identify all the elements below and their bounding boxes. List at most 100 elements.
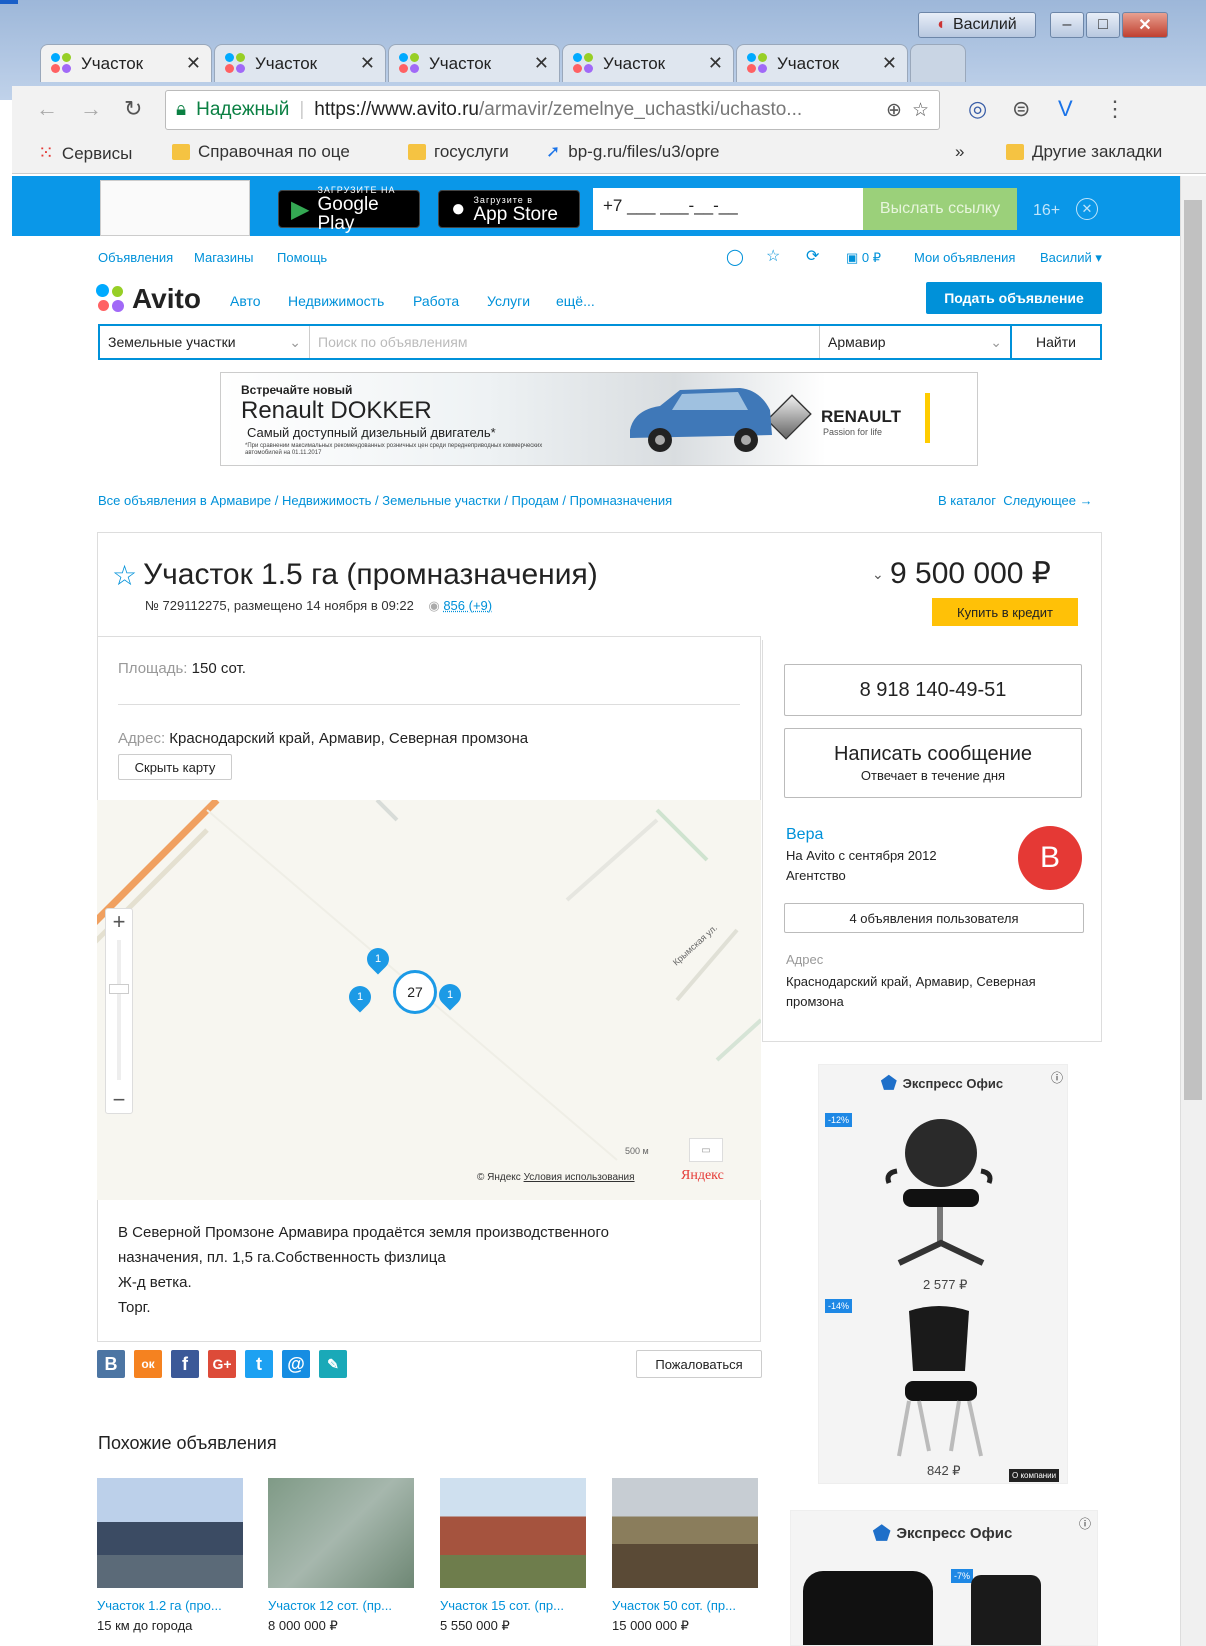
- tab-close-icon[interactable]: ✕: [708, 53, 723, 74]
- write-message-button[interactable]: Написать сообщение Отвечает в течение дн…: [784, 728, 1082, 798]
- bookmark-services[interactable]: ⁙ Сервисы: [38, 142, 132, 165]
- profile-button[interactable]: ◐ Василий: [918, 12, 1036, 38]
- about-company-badge[interactable]: О компании: [1009, 1469, 1060, 1482]
- back-icon[interactable]: ←: [36, 96, 58, 122]
- cat-more[interactable]: ещё...: [556, 293, 595, 309]
- menu-icon[interactable]: ⋮: [1104, 96, 1126, 122]
- avito-logo[interactable]: Avito: [96, 283, 201, 315]
- yandex-logo[interactable]: Яндекс: [681, 1168, 724, 1184]
- nav-shops[interactable]: Магазины: [194, 250, 254, 265]
- nav-ads[interactable]: Объявления: [98, 250, 173, 265]
- map-pin-icon[interactable]: 1: [344, 981, 376, 1013]
- favorites-icon[interactable]: ☆: [766, 246, 780, 266]
- forward-icon[interactable]: →: [80, 96, 102, 122]
- tab-1[interactable]: Участок ✕: [40, 44, 212, 82]
- similar-ad-title[interactable]: Участок 1.2 га (про...: [97, 1598, 247, 1613]
- tab-close-icon[interactable]: ✕: [186, 53, 201, 74]
- map-pin-icon[interactable]: 1: [362, 943, 394, 975]
- hide-map-button[interactable]: Скрыть карту: [118, 754, 232, 780]
- info-icon[interactable]: ⓘ: [1051, 1069, 1063, 1086]
- share-twitter-icon[interactable]: t: [245, 1350, 273, 1378]
- saved-searches-icon[interactable]: ⟳: [806, 246, 819, 266]
- nav-user[interactable]: Василий ▾: [1040, 250, 1102, 266]
- cat-work[interactable]: Работа: [413, 293, 459, 309]
- zoom-in-button[interactable]: +: [105, 908, 133, 936]
- cat-realty[interactable]: Недвижимость: [288, 293, 384, 309]
- user-ads-button[interactable]: 4 объявления пользователя: [784, 903, 1084, 933]
- post-ad-button[interactable]: Подать объявление: [926, 282, 1102, 314]
- nav-help[interactable]: Помощь: [277, 250, 327, 265]
- similar-ad-title[interactable]: Участок 12 сот. (пр...: [268, 1598, 418, 1613]
- breadcrumb[interactable]: Все объявления в Армавире / Недвижимость…: [98, 493, 672, 508]
- extension-2-icon[interactable]: ⊜: [1012, 96, 1030, 122]
- bookmarks-more[interactable]: »: [955, 142, 964, 162]
- favorite-star-icon[interactable]: ☆: [112, 559, 137, 592]
- similar-ad-image[interactable]: [97, 1478, 243, 1588]
- side-ad-2[interactable]: ⬟ Экспресс Офис ⓘ -7%: [790, 1510, 1098, 1646]
- map-cluster[interactable]: 27: [393, 970, 437, 1014]
- close-window-button[interactable]: ✕: [1122, 12, 1168, 38]
- google-play-button[interactable]: ▶ ЗАГРУЗИТЕ НА Google Play: [278, 185, 420, 233]
- complain-button[interactable]: Пожаловаться: [636, 1350, 762, 1378]
- tab-close-icon[interactable]: ✕: [534, 53, 549, 74]
- seller-name[interactable]: Вера: [786, 826, 823, 844]
- cat-services[interactable]: Услуги: [487, 293, 530, 309]
- messages-icon[interactable]: ◯: [726, 247, 744, 267]
- similar-ad-image[interactable]: [268, 1478, 414, 1588]
- similar-ad-title[interactable]: Участок 50 сот. (пр...: [612, 1598, 762, 1613]
- currency-chevron-icon[interactable]: ⌄: [872, 566, 884, 583]
- search-button[interactable]: Найти: [1012, 326, 1100, 358]
- zoom-icon[interactable]: ⊕: [886, 99, 902, 122]
- catalog-link[interactable]: В каталог: [938, 493, 996, 508]
- extension-1-icon[interactable]: ◎: [968, 96, 987, 122]
- renault-ad-banner[interactable]: Встречайте новый Renault DOKKER Самый до…: [220, 372, 978, 466]
- tab-3[interactable]: Участок ✕: [388, 44, 560, 82]
- extension-3-icon[interactable]: V: [1058, 96, 1073, 122]
- bookmark-3[interactable]: ➚ bp-g.ru/files/u3/opre: [546, 142, 719, 162]
- share-vk-icon[interactable]: В: [97, 1350, 125, 1378]
- new-tab-button[interactable]: [910, 44, 966, 82]
- bookmark-2[interactable]: госуслуги: [408, 142, 509, 162]
- similar-ad-image[interactable]: [440, 1478, 586, 1588]
- tab-4[interactable]: Участок ✕: [562, 44, 734, 82]
- cat-auto[interactable]: Авто: [230, 293, 261, 309]
- bookmark-other[interactable]: Другие закладки: [1006, 142, 1162, 162]
- similar-ad-title[interactable]: Участок 15 сот. (пр...: [440, 1598, 590, 1613]
- maximize-button[interactable]: □: [1086, 12, 1120, 38]
- tab-2[interactable]: Участок ✕: [214, 44, 386, 82]
- tab-close-icon[interactable]: ✕: [360, 53, 375, 74]
- tab-5[interactable]: Участок ✕: [736, 44, 908, 82]
- ruler-icon[interactable]: ▭: [689, 1138, 723, 1162]
- show-phone-button[interactable]: 8 918 140-49-51: [784, 664, 1082, 716]
- wallet-link[interactable]: ▣ 0 ₽: [846, 250, 881, 266]
- app-store-button[interactable]: ● Загрузите в App Store: [438, 190, 580, 228]
- city-select[interactable]: Армавир ⌄: [820, 326, 1012, 358]
- seller-avatar[interactable]: В: [1018, 826, 1082, 890]
- share-facebook-icon[interactable]: f: [171, 1350, 199, 1378]
- category-select[interactable]: Земельные участки ⌄: [100, 326, 310, 358]
- bookmark-star-icon[interactable]: ☆: [912, 99, 929, 122]
- share-google-plus-icon[interactable]: G+: [208, 1350, 236, 1378]
- share-mail-icon[interactable]: @: [282, 1350, 310, 1378]
- side-ad-1[interactable]: ⬟ Экспресс Офис ⓘ -12% 2 577 ₽ -14% 842 ₽…: [818, 1064, 1068, 1484]
- banner-close-icon[interactable]: ✕: [1076, 198, 1098, 220]
- next-link[interactable]: Следующее →: [1003, 493, 1092, 508]
- search-input[interactable]: Поиск по объявлениям: [310, 326, 820, 358]
- zoom-slider[interactable]: [109, 984, 129, 994]
- tab-close-icon[interactable]: ✕: [882, 53, 897, 74]
- send-link-button[interactable]: Выслать ссылку: [863, 188, 1017, 230]
- address-bar[interactable]: 🔒︎ Надежный | https://www.avito.ru/armav…: [165, 90, 940, 130]
- map-terms-link[interactable]: Условия использования: [524, 1172, 635, 1183]
- zoom-out-button[interactable]: −: [105, 1086, 133, 1114]
- scrollbar-thumb[interactable]: [1184, 200, 1202, 1100]
- buy-on-credit-button[interactable]: Купить в кредит: [932, 598, 1078, 626]
- minimize-button[interactable]: –: [1050, 12, 1084, 38]
- info-icon[interactable]: ⓘ: [1079, 1515, 1091, 1532]
- share-livejournal-icon[interactable]: ✎: [319, 1350, 347, 1378]
- map-pin-icon[interactable]: 1: [434, 979, 466, 1011]
- share-ok-icon[interactable]: ок: [134, 1350, 162, 1378]
- zoom-track[interactable]: [117, 940, 121, 1080]
- similar-ad-image[interactable]: [612, 1478, 758, 1588]
- reload-icon[interactable]: ↻: [124, 96, 142, 122]
- yandex-map[interactable]: Крымская ул. + − 27 1 1 1 500 м ▭ © Янде…: [97, 800, 761, 1200]
